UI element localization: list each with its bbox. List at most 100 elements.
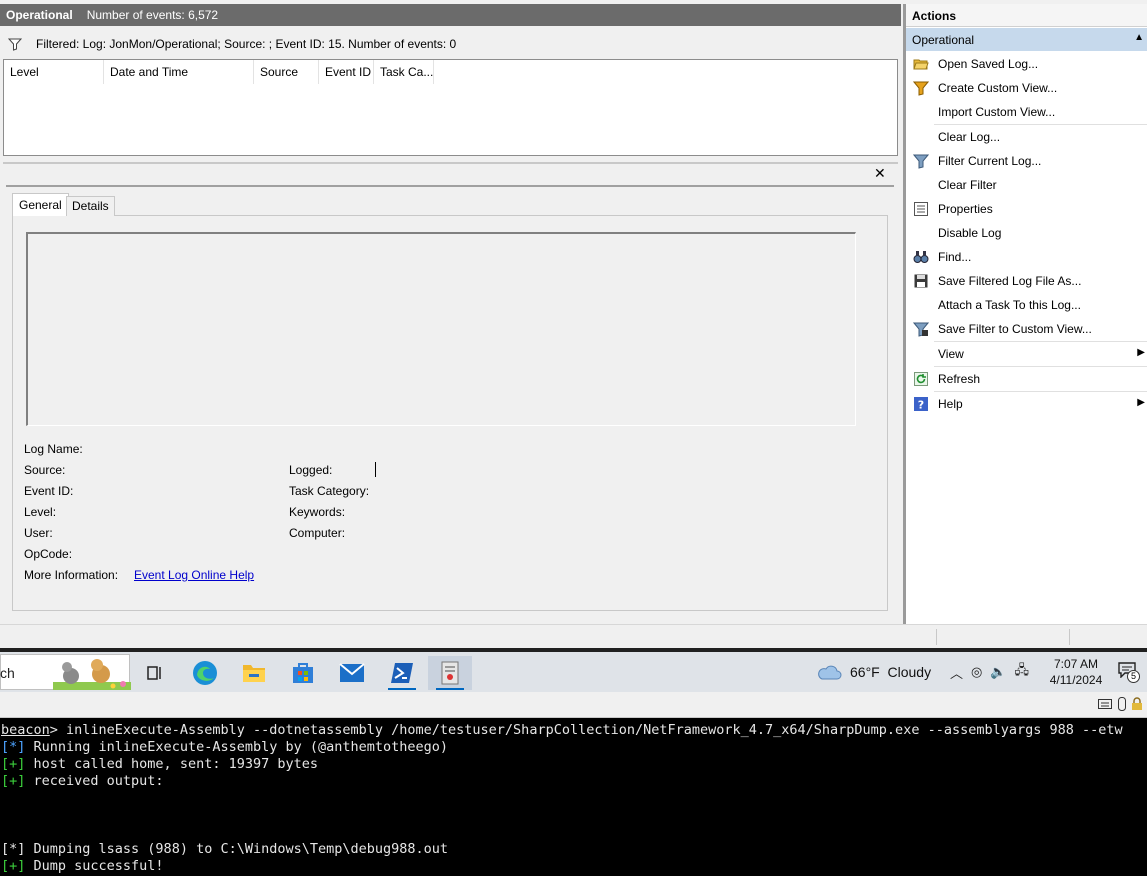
mail-button[interactable] xyxy=(330,656,374,690)
notification-badge: 5 xyxy=(1127,670,1140,683)
file-explorer-button[interactable] xyxy=(232,656,276,690)
filter-bar: Filtered: Log: JonMon/Operational; Sourc… xyxy=(0,30,902,58)
keyboard-icon[interactable] xyxy=(1098,698,1112,710)
action-find[interactable]: Find... xyxy=(906,245,1147,269)
column-header-level[interactable]: Level xyxy=(4,60,104,84)
submenu-arrow-icon: ▶ xyxy=(1137,347,1145,358)
source-label: Source: xyxy=(24,463,66,477)
action-label: Disable Log xyxy=(938,226,1002,240)
system-tray: ︿ ◎ 🔈 🖧 xyxy=(950,662,1029,682)
user-label: User: xyxy=(24,526,53,540)
console-tag: [*] xyxy=(1,841,26,857)
folder-icon xyxy=(243,665,265,682)
tab-details[interactable]: Details xyxy=(66,196,115,216)
session-toolbar xyxy=(0,692,1147,718)
column-header-event-id[interactable]: Event ID xyxy=(319,60,374,84)
close-detail-button[interactable]: ✕ xyxy=(874,165,886,182)
status-divider xyxy=(936,629,937,645)
action-disable-log[interactable]: Disable Log xyxy=(906,221,1147,245)
event-viewer-icon xyxy=(441,661,459,685)
action-attach-task[interactable]: Attach a Task To this Log... xyxy=(906,293,1147,317)
column-header-source[interactable]: Source xyxy=(254,60,319,84)
submenu-arrow-icon: ▶ xyxy=(1137,397,1145,408)
action-filter-current-log[interactable]: Filter Current Log... xyxy=(906,149,1147,173)
action-label: Attach a Task To this Log... xyxy=(938,298,1081,312)
edge-icon xyxy=(193,661,217,685)
filter-save-icon xyxy=(913,322,929,337)
event-count: Number of events: 6,572 xyxy=(86,8,219,22)
tab-general[interactable]: General xyxy=(12,193,69,216)
action-properties[interactable]: Properties xyxy=(906,197,1147,221)
console-line: [*] Dumping lsass (988) to C:\Windows\Te… xyxy=(1,841,448,857)
action-label: Create Custom View... xyxy=(938,81,1058,95)
text-cursor xyxy=(375,462,376,477)
taskbar-search-box[interactable] xyxy=(0,654,131,690)
cloud-icon xyxy=(818,665,842,680)
console-text: received output: xyxy=(25,773,164,789)
action-label: Refresh xyxy=(938,372,981,386)
action-view[interactable]: View ▶ xyxy=(906,342,1147,366)
help-icon: ? xyxy=(914,397,928,412)
svg-text:?: ? xyxy=(918,399,924,412)
actions-title: Actions xyxy=(906,4,1147,27)
logged-label: Logged: xyxy=(289,463,333,477)
powershell-icon xyxy=(391,663,413,683)
column-header-date-time[interactable]: Date and Time xyxy=(104,60,254,84)
console-text: Running inlineExecute-Assembly by (@anth… xyxy=(25,739,449,755)
computer-label: Computer: xyxy=(289,526,346,540)
microsoft-store-button[interactable] xyxy=(281,656,325,690)
action-label: View xyxy=(938,347,964,361)
action-label: Import Custom View... xyxy=(938,105,1056,119)
lock-icon[interactable] xyxy=(1131,697,1143,711)
filter-text: Filtered: Log: JonMon/Operational; Sourc… xyxy=(36,37,457,51)
task-view-button[interactable] xyxy=(133,656,177,690)
action-label: Find... xyxy=(938,250,972,264)
status-bar xyxy=(0,624,1147,648)
action-import-custom-view[interactable]: Import Custom View... xyxy=(906,100,1147,124)
event-log-online-help-link[interactable]: Event Log Online Help xyxy=(134,568,254,582)
weather-widget[interactable]: 66°F Cloudy xyxy=(816,660,931,684)
action-open-saved-log[interactable]: Open Saved Log... xyxy=(906,52,1147,76)
action-help[interactable]: ? Help ▶ xyxy=(906,392,1147,416)
action-label: Filter Current Log... xyxy=(938,154,1042,168)
action-refresh[interactable]: Refresh xyxy=(906,367,1147,391)
volume-icon[interactable]: 🔈 xyxy=(990,664,1006,680)
event-id-label: Event ID: xyxy=(24,484,74,498)
event-description-box[interactable] xyxy=(26,232,856,426)
log-header: Operational Number of events: 6,572 xyxy=(0,4,901,26)
taskbar-clock[interactable]: 7:07 AM 4/11/2024 xyxy=(1040,656,1112,688)
network-icon[interactable]: 🖧 xyxy=(1015,661,1030,683)
action-save-filter-custom-view[interactable]: Save Filter to Custom View... xyxy=(906,317,1147,341)
log-title: Operational xyxy=(6,8,73,22)
mail-icon xyxy=(339,663,365,682)
console-prompt: beacon xyxy=(1,722,50,738)
notification-center-button[interactable]: 5 xyxy=(1118,662,1140,683)
chevron-up-icon[interactable]: ︿ xyxy=(950,663,963,682)
action-label: Clear Log... xyxy=(938,130,1001,144)
actions-section-label: Operational xyxy=(912,33,975,47)
console-tag: [*] xyxy=(1,739,26,755)
weather-text: 66°F Cloudy xyxy=(850,664,932,680)
events-table[interactable]: Level Date and Time Source Event ID Task… xyxy=(3,59,898,156)
filter-icon xyxy=(913,81,929,96)
action-create-custom-view[interactable]: Create Custom View... xyxy=(906,76,1147,100)
meet-now-icon[interactable]: ◎ xyxy=(971,664,982,680)
powershell-button[interactable] xyxy=(380,656,424,690)
action-save-filtered-log[interactable]: Save Filtered Log File As... xyxy=(906,269,1147,293)
usb-icon[interactable] xyxy=(1117,697,1127,711)
edge-button[interactable] xyxy=(183,656,227,690)
console-text: host called home, sent: 19397 bytes xyxy=(25,756,318,772)
filter-icon xyxy=(913,154,929,169)
beacon-console[interactable]: beacon> inlineExecute-Assembly --dotneta… xyxy=(0,718,1147,876)
console-line: [+] host called home, sent: 19397 bytes xyxy=(1,756,318,772)
column-header-task-category[interactable]: Task Ca... xyxy=(374,60,434,84)
actions-section-operational[interactable]: Operational ▲ xyxy=(906,28,1147,51)
console-text: Dumping lsass (988) to C:\Windows\Temp\d… xyxy=(25,841,449,857)
event-viewer-button[interactable] xyxy=(428,656,472,690)
console-tag: [+] xyxy=(1,858,26,874)
save-icon xyxy=(914,274,928,288)
opcode-label: OpCode: xyxy=(24,547,73,561)
action-clear-filter[interactable]: Clear Filter xyxy=(906,173,1147,197)
action-clear-log[interactable]: Clear Log... xyxy=(906,125,1147,149)
console-text: Dump successful! xyxy=(25,858,164,874)
